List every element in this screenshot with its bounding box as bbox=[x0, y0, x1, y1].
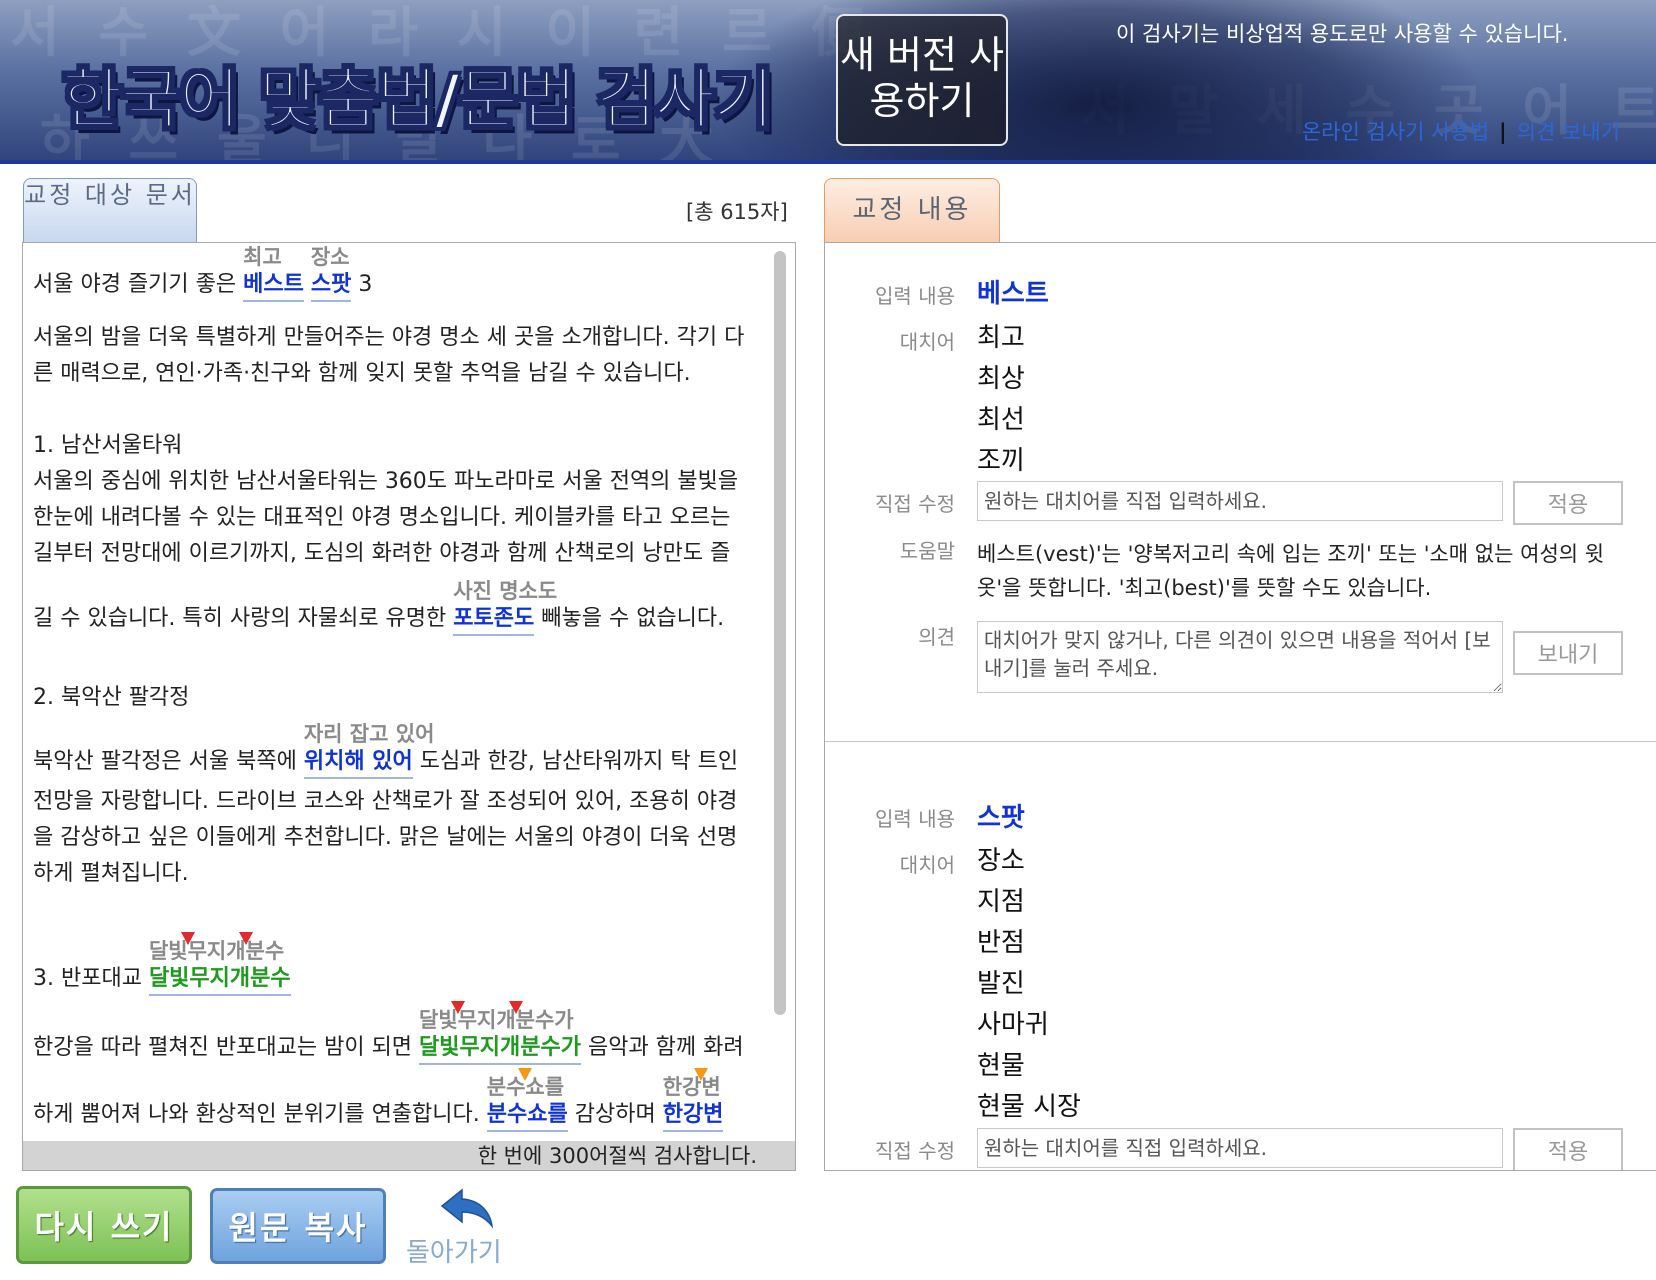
feedback-link[interactable]: 의견 보내기 bbox=[1517, 120, 1620, 144]
error-word[interactable]: 최고 베스트 bbox=[243, 245, 304, 302]
tab-corrections-label: 교정 내용 bbox=[852, 195, 972, 225]
help-label: 도움말 bbox=[899, 539, 955, 563]
doc-line: 전망을 자랑합니다. 드라이브 코스와 산책로가 잘 조성되어 있어, 조용히 … bbox=[33, 789, 738, 814]
suggestion: 자리 잡고 있어 bbox=[303, 722, 435, 746]
input-label: 입력 내용 bbox=[875, 807, 955, 831]
alternative-option[interactable]: 반점 bbox=[977, 922, 1025, 959]
doc-line: 을 감상하고 싶은 이들에게 추천합니다. 맑은 날에는 서울의 야경이 더욱 … bbox=[33, 825, 738, 850]
suggestion: 분수쇼를 bbox=[486, 1075, 565, 1099]
doc-line: 길부터 전망대에 이르기까지, 도심의 화려한 야경과 함께 산책로의 낭만도 … bbox=[33, 541, 731, 566]
apply-button[interactable]: 적용 bbox=[1513, 481, 1623, 525]
help-text: 베스트(vest)'는 '양복저고리 속에 입는 조끼' 또는 '소매 없는 여… bbox=[977, 542, 1605, 600]
document-panel: 서울 야경 즐기기 좋은 최고 베스트 장소 스팟 3 서울의 밤을 더욱 특별하게… bbox=[22, 242, 796, 1171]
alternative-option[interactable]: 현물 bbox=[977, 1045, 1025, 1082]
document-scrollbar[interactable] bbox=[772, 247, 788, 1137]
suggestion: 장소 bbox=[310, 245, 350, 269]
copy-original-button[interactable]: 원문 복사 bbox=[210, 1188, 386, 1264]
error-word[interactable]: 달빛무지개분수 달빛무지개분수 bbox=[148, 939, 291, 996]
link-separator: | bbox=[1499, 120, 1507, 144]
char-count: [총 615자] bbox=[686, 200, 788, 224]
alternative-option[interactable]: 현물 시장 bbox=[977, 1086, 1081, 1123]
alternative-option[interactable]: 최선 bbox=[977, 399, 1025, 436]
suggestion: 달빛무지개분수가 bbox=[419, 1008, 574, 1032]
back-button[interactable]: 돌아가기 bbox=[404, 1186, 524, 1268]
suggestion: 달빛무지개분수 bbox=[148, 939, 285, 963]
direct-edit-input[interactable] bbox=[977, 481, 1503, 521]
tab-document-label: 교정 대상 문서 bbox=[24, 181, 196, 209]
input-word: 베스트 bbox=[977, 279, 1049, 309]
document-text[interactable]: 서울 야경 즐기기 좋은 최고 베스트 장소 스팟 3 서울의 밤을 더욱 특별하게… bbox=[23, 243, 795, 1141]
alternative-option[interactable]: 최고 bbox=[977, 317, 1025, 354]
alternatives-label: 대치어 bbox=[899, 853, 955, 877]
doc-line: 길 수 있습니다. 특히 사랑의 자물쇠로 유명한 사진 명소도 포토존도 빼놓을… bbox=[33, 579, 724, 636]
alternatives-label: 대치어 bbox=[899, 330, 955, 354]
back-label: 돌아가기 bbox=[406, 1238, 502, 1268]
alternative-option[interactable]: 조끼 bbox=[977, 440, 1025, 477]
doc-line: 하게 뿜어져 나와 환상적인 분위기를 연출합니다. 분수쇼를 분수쇼를 감상하며… bbox=[33, 1075, 724, 1132]
opinion-textarea[interactable] bbox=[977, 621, 1503, 693]
error-word[interactable]: 사진 명소도 포토존도 bbox=[453, 579, 557, 636]
noncommercial-notice: 이 검사기는 비상업적 용도로만 사용할 수 있습니다. bbox=[1116, 22, 1569, 46]
alternative-option[interactable]: 장소 bbox=[977, 840, 1025, 877]
doc-line: 2. 북악산 팔각정 bbox=[33, 685, 190, 710]
doc-line: 북악산 팔각정은 서울 북쪽에 자리 잡고 있어 위치해 있어 도심과 한강, 남… bbox=[33, 722, 738, 779]
tab-document[interactable]: 교정 대상 문서 bbox=[23, 178, 197, 242]
error-word[interactable]: 분수쇼를 분수쇼를 bbox=[486, 1075, 568, 1132]
entry-divider bbox=[825, 741, 1656, 742]
error-word[interactable]: 달빛무지개분수가 달빛무지개분수가 bbox=[419, 1008, 581, 1065]
doc-line: 3. 반포대교 달빛무지개분수 달빛무지개분수 bbox=[33, 939, 291, 996]
usage-guide-link[interactable]: 온라인 검사기 사용법 bbox=[1302, 120, 1489, 144]
error-word[interactable]: 장소 스팟 bbox=[310, 245, 352, 302]
document-footer: 한 번에 300어절씩 검사합니다. bbox=[23, 1141, 795, 1170]
header-links: 온라인 검사기 사용법 | 의견 보내기 bbox=[1302, 116, 1620, 146]
suggestion: 최고 bbox=[243, 245, 282, 269]
input-word: 스팟 bbox=[977, 803, 1025, 833]
header-banner: 서 수 文 어 라 시 이 련 르 便 하 쓰 울 니 말 다 로 大 서 말 … bbox=[0, 0, 1656, 160]
direct-edit-input[interactable] bbox=[977, 1128, 1503, 1168]
doc-line: 한강을 따라 펼쳐진 반포대교는 밤이 되면 달빛무지개분수가 달빛무지개분수가 … bbox=[33, 1008, 744, 1065]
back-arrow-icon bbox=[440, 1188, 494, 1229]
tab-corrections[interactable]: 교정 내용 bbox=[824, 178, 1000, 242]
rewrite-button[interactable]: 다시 쓰기 bbox=[16, 1186, 192, 1264]
new-version-label: 새 버전 사용하기 bbox=[840, 33, 1004, 123]
apply-button[interactable]: 적용 bbox=[1513, 1128, 1623, 1170]
app-title: 한국어 맞춤법/문법 검사기 bbox=[61, 60, 775, 139]
scrollbar-thumb[interactable] bbox=[774, 251, 786, 1015]
doc-line: 른 매력으로, 연인·가족·친구와 함께 잊지 못할 추억을 남길 수 있습니다… bbox=[33, 361, 691, 386]
direct-edit-label: 직접 수정 bbox=[875, 492, 955, 516]
doc-line: 하게 펼쳐집니다. bbox=[33, 861, 189, 886]
direct-edit-label: 직접 수정 bbox=[875, 1139, 955, 1163]
send-button[interactable]: 보내기 bbox=[1513, 631, 1623, 675]
doc-line: 서울의 중심에 위치한 남산서울타워는 360도 파노라마로 서울 전역의 불빛… bbox=[33, 469, 739, 494]
error-word[interactable]: 한강변 한강변 bbox=[662, 1075, 724, 1132]
error-word[interactable]: 자리 잡고 있어 위치해 있어 bbox=[303, 722, 434, 779]
doc-line: 서울 야경 즐기기 좋은 최고 베스트 장소 스팟 3 bbox=[33, 245, 372, 302]
opinion-label: 의견 bbox=[918, 625, 955, 649]
corrections-panel: 입력 내용 베스트 대치어 최고 최상 최선 조끼 직접 수정 적용 도움말 베… bbox=[824, 242, 1656, 1171]
doc-line: 한눈에 내려다볼 수 있는 대표적인 야경 명소입니다. 케이블카를 타고 오르… bbox=[33, 505, 731, 530]
suggestion: 한강변 bbox=[662, 1075, 721, 1099]
doc-line: 서울의 밤을 더욱 특별하게 만들어주는 야경 명소 세 곳을 소개합니다. 각… bbox=[33, 325, 745, 350]
alternative-option[interactable]: 지점 bbox=[977, 881, 1025, 918]
alternative-option[interactable]: 사마귀 bbox=[977, 1004, 1049, 1041]
new-version-button[interactable]: 새 버전 사용하기 bbox=[836, 14, 1008, 146]
alternative-option[interactable]: 발진 bbox=[977, 963, 1025, 1000]
suggestion: 사진 명소도 bbox=[453, 579, 558, 603]
doc-line: 1. 남산서울타워 bbox=[33, 433, 183, 458]
header-divider bbox=[0, 160, 1656, 164]
alternative-option[interactable]: 최상 bbox=[977, 358, 1025, 395]
input-label: 입력 내용 bbox=[875, 284, 955, 308]
